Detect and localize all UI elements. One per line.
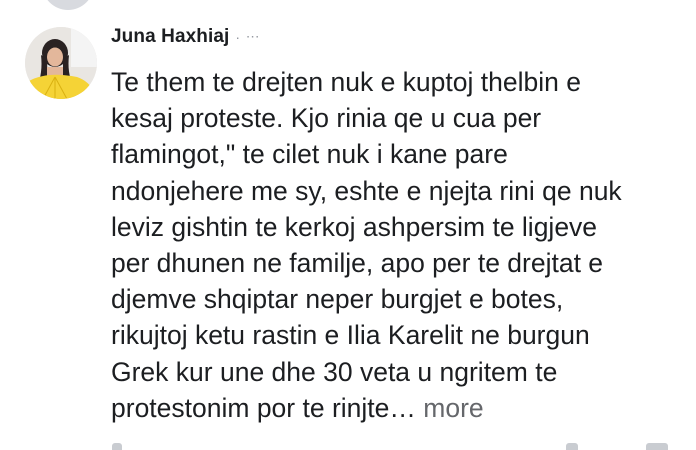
comment-meta: · ᐧᐧᐧ [235,29,260,45]
comment-actions-row [112,443,122,450]
comment-author[interactable]: Juna Haxhiaj [111,26,229,48]
previous-comment-avatar[interactable] [42,0,94,10]
reaction-icon[interactable] [566,443,578,450]
comment-body: Te them te drejten nuk e kuptoj thelbin … [111,64,681,426]
comment-screenshot: Juna Haxhiaj · ᐧᐧᐧ Te them te drejten nu… [0,0,696,450]
see-more-link[interactable]: more [423,393,483,423]
comment-header: Juna Haxhiaj · ᐧᐧᐧ [111,26,681,54]
avatar[interactable] [25,27,97,99]
comment-text: Te them te drejten nuk e kuptoj thelbin … [111,67,622,423]
reply-count-icon[interactable] [646,443,668,450]
comment: Juna Haxhiaj · ᐧᐧᐧ Te them te drejten nu… [111,26,681,426]
avatar-image [25,27,97,99]
